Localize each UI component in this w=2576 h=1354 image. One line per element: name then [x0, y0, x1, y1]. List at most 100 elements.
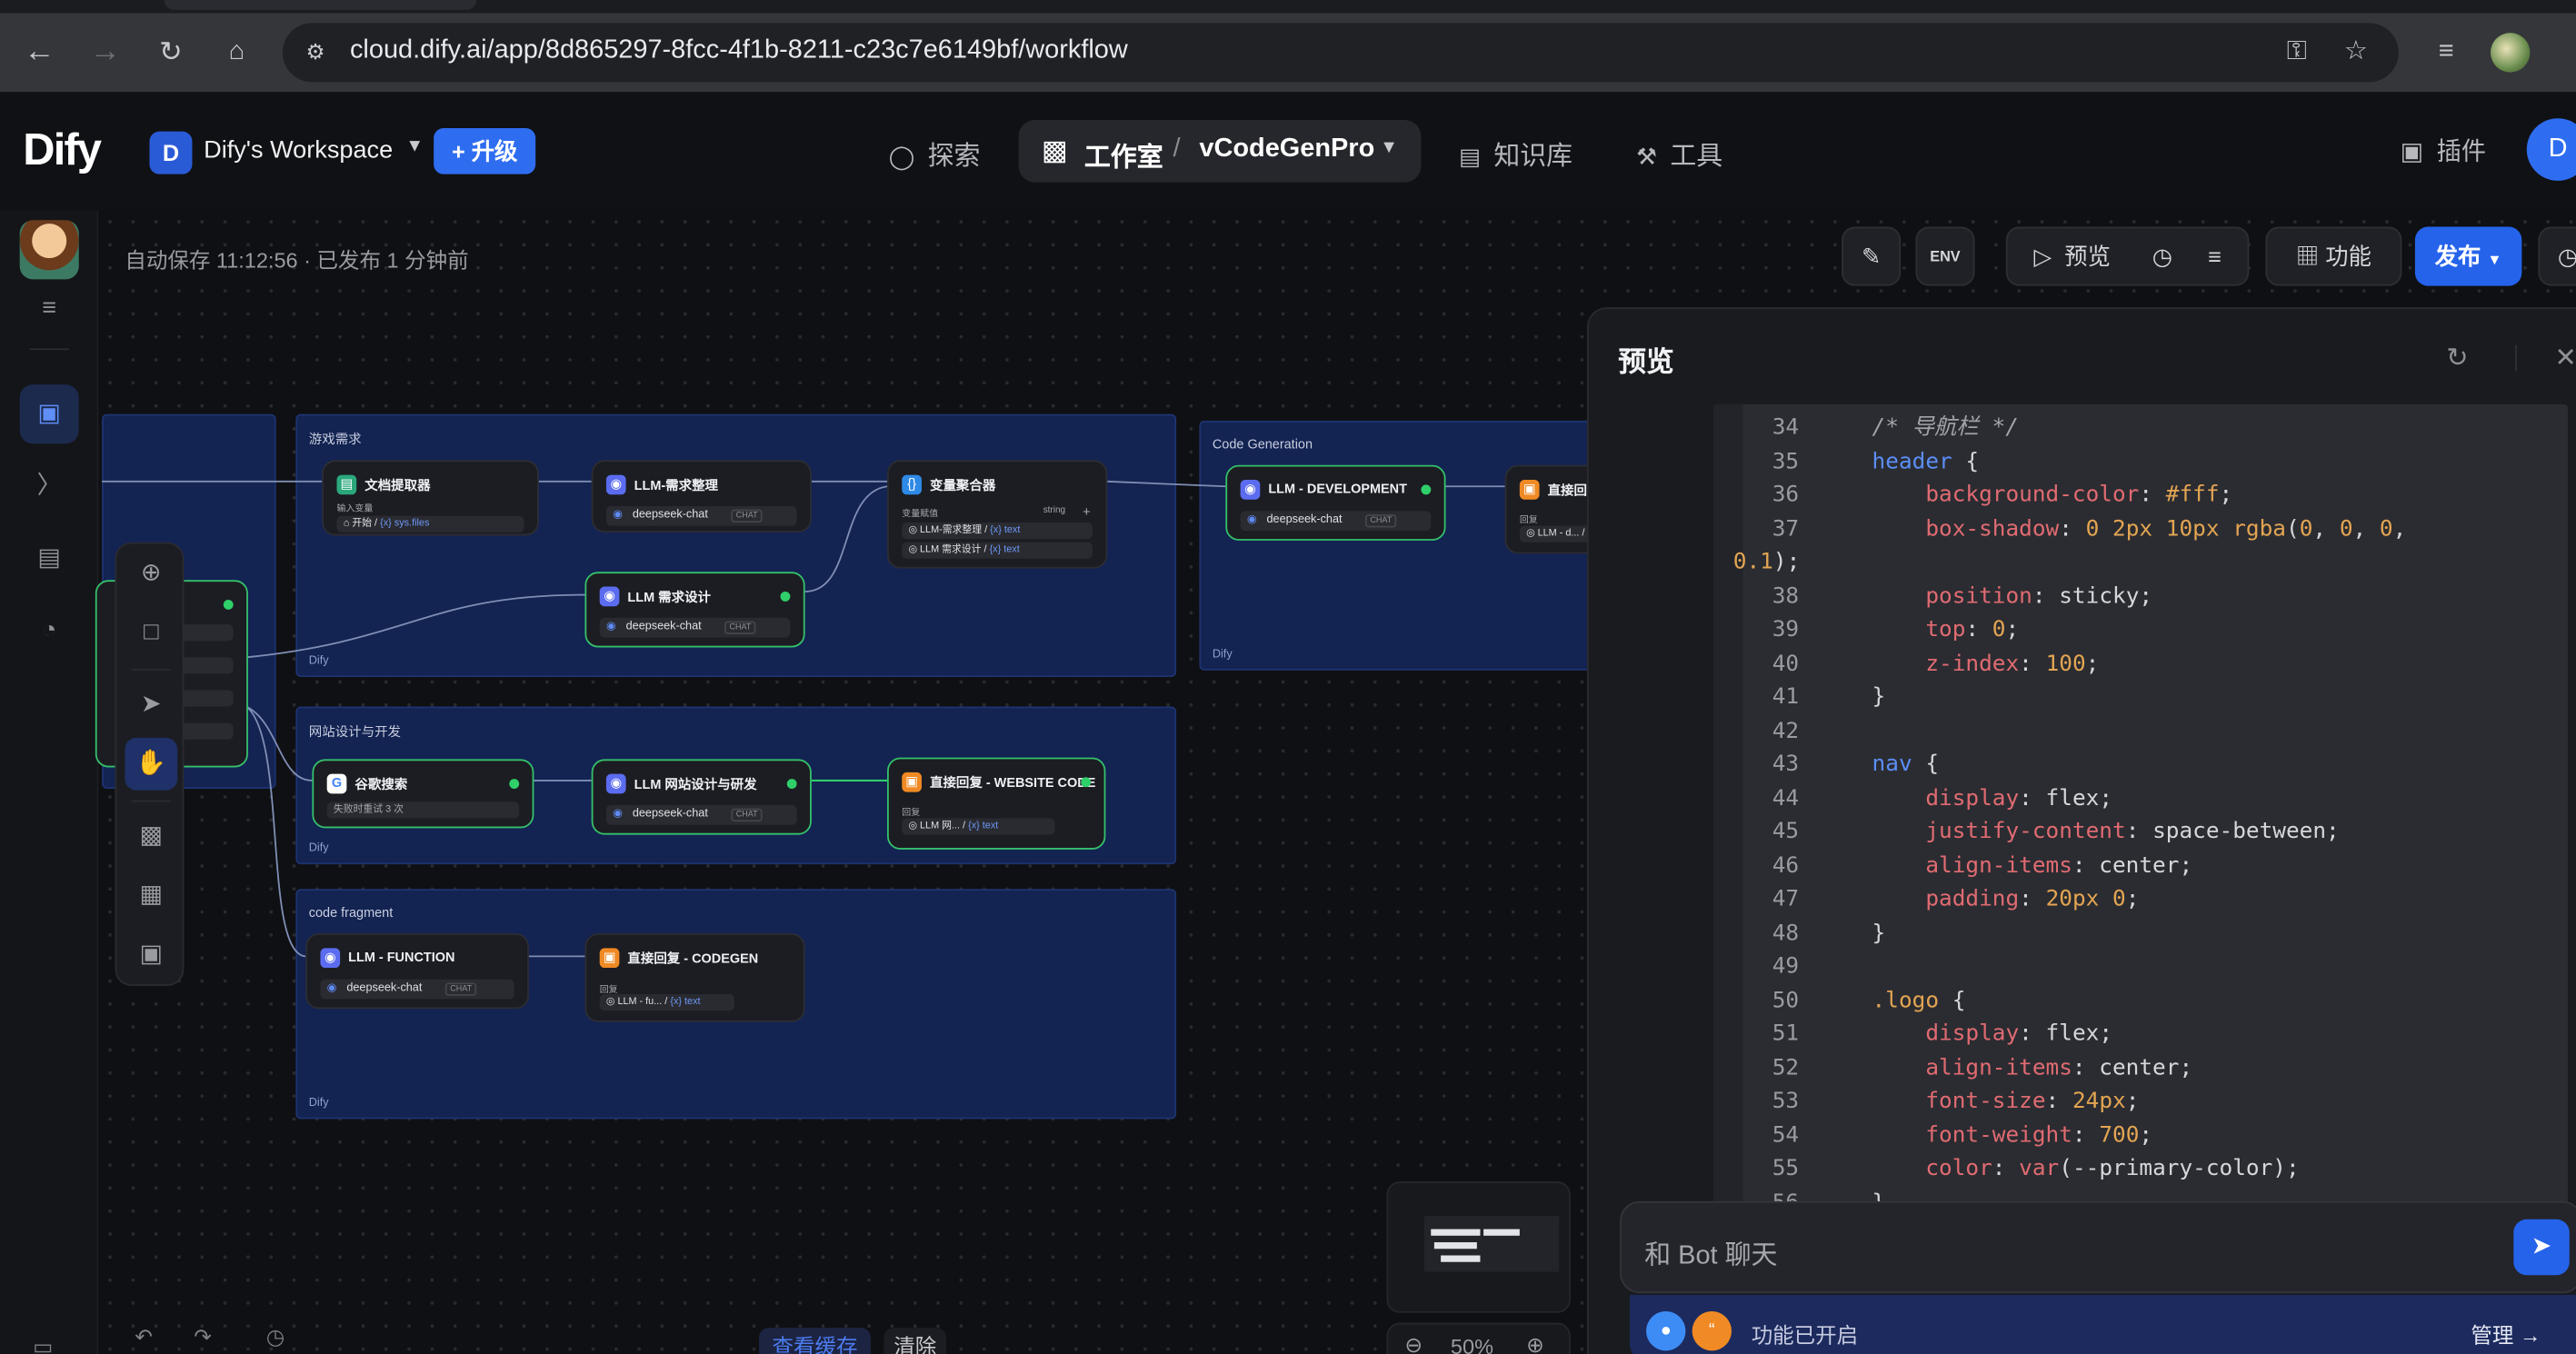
node-reply-codegen[interactable]: ▣ 直接回复 - CODEGEN 回复 ◎ LLM - fu... / {x} … [584, 933, 805, 1022]
google-icon: G [326, 773, 347, 794]
line-number: 50 [1772, 986, 1800, 1013]
node-llm-req-organize[interactable]: ◉ LLM-需求整理 ◉ deepseek-chat CHAT [591, 460, 812, 533]
chat-input[interactable]: 和 Bot 聊天 ➤ [1620, 1200, 2576, 1294]
clear-button[interactable]: 清除 [884, 1328, 947, 1354]
code-token: 24px [2072, 1088, 2126, 1114]
zoom-in-icon[interactable]: ⊕ [1526, 1332, 1544, 1354]
features-button[interactable]: ▦ 功能 [2265, 226, 2402, 286]
home-icon[interactable]: ⌂ [217, 33, 256, 72]
classifier-row [179, 657, 234, 674]
minimap-toggle-icon[interactable]: ▣ [125, 929, 177, 981]
deepseek-icon: ◉ [613, 509, 624, 522]
sidebar-item-monitoring[interactable]: ◔ [20, 602, 79, 661]
sidebar-item-api[interactable]: 〉 [20, 457, 79, 516]
reload-icon[interactable]: ↻ [151, 33, 190, 72]
back-icon[interactable]: ← [20, 33, 59, 72]
nav-knowledge[interactable]: ▤ 知识库 [1459, 133, 1573, 172]
code-token: { [1952, 447, 1980, 474]
node-reply-website-code[interactable]: ▣ 直接回复 - WEBSITE CODE 回复 ◎ LLM 网... / {x… [886, 757, 1106, 850]
checklist-button[interactable]: ✎ [1842, 226, 1902, 286]
env-button[interactable]: ENV [1915, 226, 1975, 286]
list-icon[interactable]: ≡ [2208, 228, 2222, 284]
model-name: deepseek-chat [632, 509, 708, 522]
line-number: 46 [1772, 851, 1800, 879]
zoom-out-icon[interactable]: ⊖ [1404, 1332, 1423, 1354]
browser-active-tab[interactable] [164, 0, 477, 10]
chevron-down-icon[interactable]: ▼ [1380, 138, 1398, 158]
line-number: 34 [1772, 413, 1800, 441]
code-token: } [1818, 919, 1886, 946]
browser-profile-avatar[interactable] [2491, 33, 2531, 73]
sidebar-collapse-icon[interactable]: ▭ [33, 1334, 53, 1354]
hand-icon[interactable]: ✋ [125, 737, 178, 791]
chevron-down-icon[interactable]: ▼ [405, 136, 424, 156]
llm-icon: ◉ [599, 586, 620, 607]
nav-explore[interactable]: ◯ 探索 [889, 133, 981, 172]
add-node-icon[interactable]: ⊕ [125, 547, 177, 600]
group-title: 游戏需求 [308, 432, 362, 447]
nav-tools[interactable]: ⚒ 工具 [1636, 133, 1722, 172]
app-settings-icon[interactable]: ≡ [20, 279, 79, 338]
add-note-icon[interactable]: □ [125, 606, 177, 659]
publish-button[interactable]: 发布 ▼ [2414, 226, 2522, 286]
sidebar-item-logs[interactable]: ▤ [20, 529, 79, 588]
workspace-selector[interactable]: Dify's Workspace [204, 136, 393, 164]
node-llm-web-design[interactable]: ◉ LLM 网站设计与研发 ◉ deepseek-chat CHAT [591, 759, 812, 835]
node-llm-function[interactable]: ◉ LLM - FUNCTION ◉ deepseek-chat CHAT [305, 933, 529, 1010]
reset-icon[interactable]: ↻ [2446, 342, 2468, 374]
view-cache-button[interactable]: 查看缓存 [759, 1328, 871, 1354]
node-doc-extractor[interactable]: ▤ 文档提取器 输入变量 ⌂ 开始 / {x} sys.files [322, 460, 539, 536]
version-history-button[interactable]: ◷ [2538, 226, 2576, 286]
code-block[interactable]: 34 /* 导航栏 */35 header {36 background-col… [1713, 403, 2568, 1203]
nav-studio[interactable]: ▩ 工作室 / vCodeGenPro ▼ [1018, 120, 1422, 183]
forward-icon[interactable]: → [85, 33, 125, 72]
app-icon[interactable] [19, 220, 79, 280]
manage-features-link[interactable]: 管理 → [2471, 1318, 2541, 1349]
deepseek-icon: ◉ [1246, 513, 1257, 526]
var-name: text [1003, 525, 1021, 536]
password-key-icon[interactable]: ⚿ [2281, 36, 2313, 69]
history-run-icon[interactable]: ◷ [2152, 228, 2172, 284]
pointer-icon[interactable]: ➤ [125, 679, 177, 732]
upgrade-button[interactable]: + 升级 [434, 128, 536, 174]
nav-studio-label[interactable]: 工作室 [1084, 134, 1163, 174]
history-icon[interactable]: ◷ [266, 1324, 285, 1354]
redo-icon[interactable]: ↷ [194, 1324, 212, 1354]
address-bar[interactable]: ⚙ cloud.dify.ai/app/8d865297-8fcc-4f1b-8… [282, 23, 2399, 83]
node-llm-req-design[interactable]: ◉ LLM 需求设计 ◉ deepseek-chat CHAT [584, 572, 805, 648]
play-icon[interactable]: ▷ [2034, 244, 2052, 270]
organize-nodes-icon[interactable]: ▦ [125, 870, 177, 922]
nav-plugins[interactable]: ▣ 插件 [2401, 133, 2486, 167]
export-image-icon[interactable]: ▩ [125, 810, 177, 862]
app-selector[interactable]: vCodeGenPro [1199, 134, 1374, 164]
user-avatar[interactable]: D [2526, 118, 2576, 181]
home-icon: ⌂ [343, 519, 350, 530]
panel-divider [2515, 344, 2517, 372]
dify-logo[interactable]: Dify [23, 124, 102, 175]
sidebar-item-orchestrate[interactable]: ▣ [19, 384, 79, 444]
line-number: 40 [1772, 650, 1800, 677]
var-row: ◎ LLM 需求设计 / {x} text [902, 542, 1093, 559]
send-button[interactable]: ➤ [2513, 1219, 2570, 1276]
close-icon[interactable]: ✕ [2555, 342, 2576, 374]
minimap[interactable] [1386, 1181, 1571, 1313]
zoom-level[interactable]: 50% [1451, 1334, 1493, 1354]
node-google-search[interactable]: G 谷歌搜索 失败时重试 3 次 [312, 759, 534, 829]
url-text[interactable]: cloud.dify.ai/app/8d865297-8fcc-4f1b-821… [350, 36, 1128, 66]
code-token: { [1912, 751, 1940, 778]
reading-list-icon[interactable]: ≡ [2427, 33, 2466, 72]
node-llm-development[interactable]: ◉ LLM - DEVELOPMENT ◉ deepseek-chat CHAT [1225, 464, 1446, 541]
model-row: ◉ deepseek-chat CHAT [605, 805, 797, 825]
node-variable-aggregator[interactable]: {} 变量聚合器 变量赋值 string + ◎ LLM-需求整理 / {x} … [886, 460, 1108, 569]
model-mode-tag: CHAT [731, 509, 764, 523]
undo-icon[interactable]: ↶ [135, 1324, 153, 1354]
code-line: 0.1); [1713, 545, 2568, 579]
bookmark-star-icon[interactable]: ☆ [2340, 36, 2372, 69]
add-icon[interactable]: + [1083, 504, 1090, 519]
node-title: LLM - DEVELOPMENT [1268, 481, 1407, 497]
preview-button[interactable]: 预览 [2064, 244, 2111, 270]
classifier-row [179, 690, 234, 707]
code-token: : [2072, 1121, 2100, 1149]
site-info-icon[interactable]: ⚙ [299, 36, 332, 69]
line-number: 51 [1772, 1020, 1800, 1047]
